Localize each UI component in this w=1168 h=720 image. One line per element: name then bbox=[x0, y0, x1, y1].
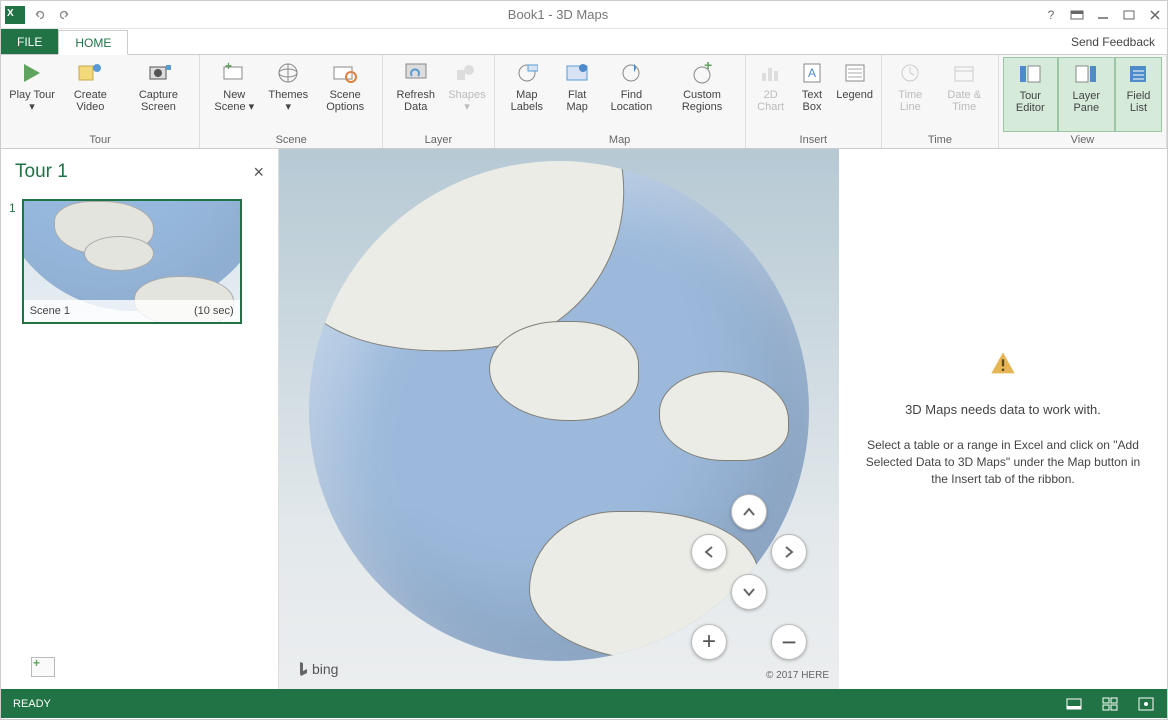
redo-button[interactable] bbox=[55, 6, 73, 24]
svg-text:+: + bbox=[704, 62, 712, 73]
layer-pane-button[interactable]: Layer Pane bbox=[1058, 57, 1115, 132]
scene-name: Scene 1 bbox=[30, 305, 70, 317]
shapes-button: Shapes▾ bbox=[444, 57, 489, 132]
date-time-button: Date & Time bbox=[935, 57, 994, 132]
svg-text:A: A bbox=[808, 66, 816, 80]
ribbon-group-tour: Tour bbox=[5, 132, 195, 148]
tilt-down-button[interactable] bbox=[731, 574, 767, 610]
ribbon-group-map: Map bbox=[499, 132, 741, 148]
ribbon-group-insert: Insert bbox=[750, 132, 877, 148]
text-box-button[interactable]: A Text Box bbox=[792, 57, 833, 132]
excel-icon bbox=[5, 6, 25, 24]
ribbon-display-button[interactable] bbox=[1069, 7, 1085, 23]
rotate-left-button[interactable] bbox=[691, 534, 727, 570]
window-title: Book1 - 3D Maps bbox=[508, 7, 608, 22]
status-bar: READY bbox=[1, 689, 1167, 718]
titlebar: Book1 - 3D Maps ? bbox=[1, 1, 1167, 29]
status-view-zoom-icon[interactable] bbox=[1101, 695, 1119, 713]
close-button[interactable] bbox=[1147, 7, 1163, 23]
maximize-button[interactable] bbox=[1121, 7, 1137, 23]
ribbon-group-layer: Layer bbox=[387, 132, 489, 148]
ribbon-group-view: View bbox=[1003, 132, 1162, 148]
minimize-button[interactable] bbox=[1095, 7, 1111, 23]
tour-editor-button[interactable]: Tour Editor bbox=[1003, 57, 1058, 132]
find-location-button[interactable]: Find Location bbox=[599, 57, 663, 132]
tilt-up-button[interactable] bbox=[731, 494, 767, 530]
zoom-in-button[interactable]: + bbox=[691, 624, 727, 660]
ribbon: Play Tour ▾ Create Video Capture Screen … bbox=[1, 55, 1167, 149]
flat-map-button[interactable]: Flat Map bbox=[555, 57, 599, 132]
pane-close-button[interactable]: × bbox=[253, 162, 264, 183]
capture-screen-button[interactable]: Capture Screen bbox=[122, 57, 196, 132]
themes-button[interactable]: Themes▾ bbox=[264, 57, 312, 132]
scene-thumbnail[interactable]: Scene 1 (10 sec) bbox=[22, 199, 242, 324]
legend-button[interactable]: Legend bbox=[832, 57, 877, 132]
time-line-button: Time Line bbox=[886, 57, 935, 132]
status-view-full-icon[interactable] bbox=[1137, 695, 1155, 713]
ribbon-group-scene: Scene bbox=[204, 132, 378, 148]
help-button[interactable]: ? bbox=[1043, 7, 1059, 23]
zoom-out-button[interactable]: − bbox=[771, 624, 807, 660]
tab-file[interactable]: FILE bbox=[1, 29, 58, 54]
bing-logo: bing bbox=[297, 661, 338, 677]
create-video-button[interactable]: Create Video bbox=[59, 57, 121, 132]
undo-button[interactable] bbox=[31, 6, 49, 24]
new-scene-button[interactable]: + New Scene ▾ bbox=[204, 57, 264, 132]
svg-text:+: + bbox=[225, 62, 232, 73]
scene-duration: (10 sec) bbox=[194, 305, 234, 317]
warning-icon bbox=[989, 350, 1017, 378]
map-canvas[interactable]: + − bing © 2017 HERE bbox=[279, 149, 839, 689]
data-needed-heading: 3D Maps needs data to work with. bbox=[905, 402, 1101, 417]
map-labels-button[interactable]: Map Labels bbox=[499, 57, 555, 132]
scene-number: 1 bbox=[9, 199, 16, 324]
rotate-right-button[interactable] bbox=[771, 534, 807, 570]
ribbon-tabs: FILE HOME Send Feedback bbox=[1, 29, 1167, 55]
data-needed-body: Select a table or a range in Excel and c… bbox=[859, 437, 1147, 488]
layer-pane: 3D Maps needs data to work with. Select … bbox=[839, 149, 1167, 689]
field-list-button[interactable]: Field List bbox=[1115, 57, 1162, 132]
scene-options-button[interactable]: Scene Options bbox=[312, 57, 378, 132]
status-ready: READY bbox=[13, 698, 51, 710]
chart-2d-button: 2D Chart bbox=[750, 57, 792, 132]
send-feedback-link[interactable]: Send Feedback bbox=[1059, 29, 1167, 54]
play-tour-button[interactable]: Play Tour ▾ bbox=[5, 57, 59, 132]
add-scene-button[interactable]: + bbox=[31, 657, 55, 677]
tour-editor-pane: Tour 1 × 1 Scene 1 (10 sec) + bbox=[1, 149, 279, 689]
custom-regions-button[interactable]: + Custom Regions bbox=[663, 57, 740, 132]
ribbon-group-time: Time bbox=[886, 132, 994, 148]
refresh-data-button[interactable]: Refresh Data bbox=[387, 57, 444, 132]
tab-home[interactable]: HOME bbox=[58, 30, 128, 55]
status-view-normal-icon[interactable] bbox=[1065, 695, 1083, 713]
tour-title[interactable]: Tour 1 bbox=[15, 161, 68, 183]
map-copyright: © 2017 HERE bbox=[766, 670, 829, 681]
